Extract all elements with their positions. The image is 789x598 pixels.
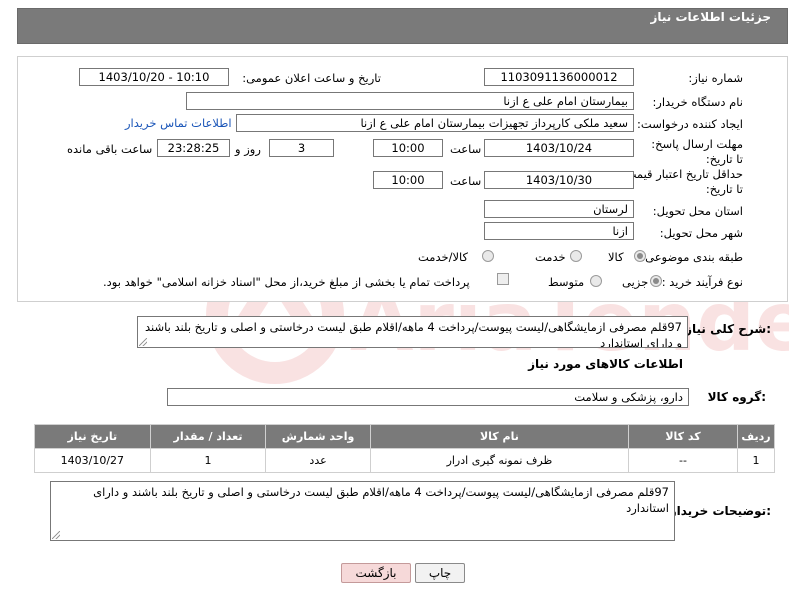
buyer-notes-label: توضیحات خریدار: xyxy=(669,504,771,518)
days-field: 3 xyxy=(269,139,334,157)
reply-time-label: ساعت xyxy=(450,142,482,156)
reply-time-field: 10:00 xyxy=(373,139,443,157)
province-field: لرستان xyxy=(484,200,634,218)
description-label: شرح کلی نیاز: xyxy=(685,322,771,336)
col-row-number: ردیف xyxy=(736,424,776,449)
back-button[interactable]: بازگشت xyxy=(341,563,411,583)
price-time-label: ساعت xyxy=(450,174,482,188)
category-label: طبقه بندی موضوعی: xyxy=(641,250,743,264)
cell-quantity: 1 xyxy=(149,448,267,473)
days-label: روز و xyxy=(235,142,261,156)
print-button[interactable]: چاپ xyxy=(415,563,465,583)
process-minor-radio[interactable] xyxy=(650,275,662,287)
city-label: شهر محل تحویل: xyxy=(659,226,743,240)
need-number-label: شماره نیاز: xyxy=(688,71,743,85)
category-service-label: خدمت xyxy=(535,250,566,264)
category-service-radio[interactable] xyxy=(570,250,582,262)
category-goods-radio[interactable] xyxy=(634,250,646,262)
page-title: جزئیات اطلاعات نیاز xyxy=(650,10,771,24)
price-time-field: 10:00 xyxy=(373,171,443,189)
table-header-row: ردیف کد کالا نام کالا واحد شمارش تعداد /… xyxy=(34,424,776,449)
reply-date-field: 1403/10/24 xyxy=(484,139,634,157)
process-minor-label: جزیی xyxy=(622,275,649,289)
creator-label: ایجاد کننده درخواست: xyxy=(637,117,743,131)
announce-label: تاریخ و ساعت اعلان عمومی: xyxy=(242,71,381,85)
treasury-payment-note: پرداخت تمام یا بخشی از مبلغ خرید،از محل … xyxy=(103,275,470,289)
goods-table: ردیف کد کالا نام کالا واحد شمارش تعداد /… xyxy=(34,424,776,473)
cell-goods-name: ظرف نمونه گیری ادرار xyxy=(369,448,630,473)
announce-field: 1403/10/20 - 10:10 xyxy=(79,68,229,86)
remaining-time-label: ساعت باقی مانده xyxy=(67,142,153,156)
cell-goods-code: -- xyxy=(628,448,738,473)
col-need-date: تاریخ نیاز xyxy=(34,424,151,449)
col-unit: واحد شمارش xyxy=(265,424,371,449)
goods-group-field: دارو، پزشکی و سلامت xyxy=(167,388,689,406)
col-goods-code: کد کالا xyxy=(628,424,738,449)
remaining-time-field: 23:28:25 xyxy=(157,139,230,157)
category-both-radio[interactable] xyxy=(482,250,494,262)
cell-need-date: 1403/10/27 xyxy=(34,448,151,473)
process-medium-label: متوسط xyxy=(548,275,585,289)
city-field: ازنا xyxy=(484,222,634,240)
buyer-org-field: بیمارستان امام علی ع ازنا xyxy=(186,92,634,110)
cell-unit: عدد xyxy=(265,448,371,473)
category-goods-label: کالا xyxy=(608,250,624,264)
goods-group-label: گروه کالا: xyxy=(707,390,766,404)
buyer-notes-textarea: 97قلم مصرفی ازمایشگاهی/لیست پیوست/پرداخت… xyxy=(50,481,675,541)
col-quantity: تعداد / مقدار xyxy=(149,424,267,449)
buyer-contact-link[interactable]: اطلاعات تماس خریدار xyxy=(125,116,232,130)
description-textarea: 97قلم مصرفی ازمایشگاهی/لیست پیوست/پرداخت… xyxy=(137,316,688,348)
goods-section-title: اطلاعات کالاهای مورد نیاز xyxy=(528,357,683,371)
category-both-label: کالا/خدمت xyxy=(418,250,469,264)
reply-deadline-label: مهلت ارسال پاسخ: تا تاریخ: xyxy=(651,137,743,166)
table-row: 1 -- ظرف نمونه گیری ادرار عدد 1 1403/10/… xyxy=(34,448,776,473)
process-medium-radio[interactable] xyxy=(590,275,602,287)
treasury-payment-checkbox[interactable] xyxy=(497,273,509,285)
buyer-org-label: نام دستگاه خریدار: xyxy=(652,95,743,109)
resize-handle-icon[interactable] xyxy=(139,338,147,346)
price-date-field: 1403/10/30 xyxy=(484,171,634,189)
cell-row-number: 1 xyxy=(736,448,776,473)
notes-resize-handle-icon[interactable] xyxy=(52,531,60,539)
need-number-field: 1103091136000012 xyxy=(484,68,634,86)
province-label: استان محل تحویل: xyxy=(652,204,743,218)
creator-field: سعید ملکی کارپرداز تجهیزات بیمارستان اما… xyxy=(236,114,634,132)
col-goods-name: نام کالا xyxy=(369,424,630,449)
process-label: نوع فرآیند خرید : xyxy=(661,275,743,289)
